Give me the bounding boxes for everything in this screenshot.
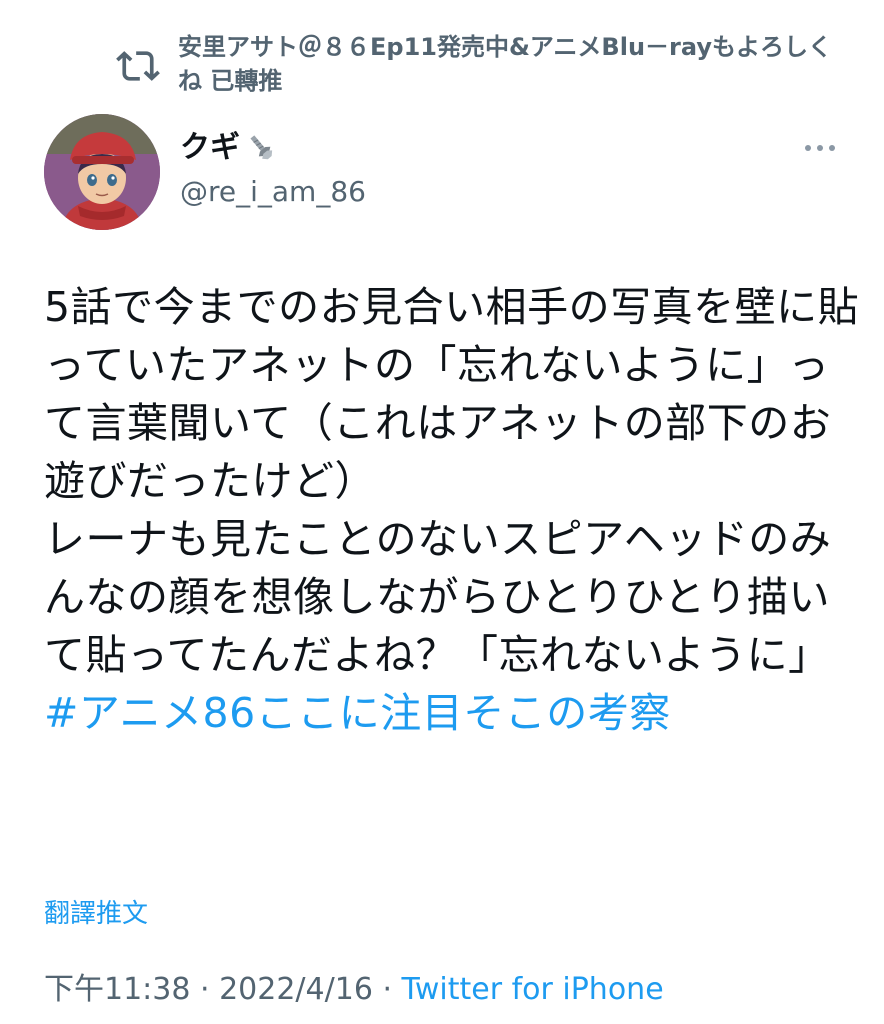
meta-separator: · [190,972,220,1007]
more-options-icon[interactable] [802,138,838,158]
tweet-body-text: 5話で今までのお見合い相手の写真を壁に貼っていたアネットの「忘れないように」って… [44,283,860,679]
tweet-metadata: 下午11:38 · 2022/4/16 · Twitter for iPhone [44,968,664,1012]
tweet-text: 5話で今までのお見合い相手の写真を壁に貼っていたアネットの「忘れないように」って… [44,278,864,742]
translate-tweet-link[interactable]: 翻譯推文 [44,896,148,932]
tweet-header: クギ @re_i_am_86 [44,114,844,234]
tweet-time[interactable]: 下午11:38 [44,972,190,1007]
display-name[interactable]: クギ [180,128,366,168]
nut-and-bolt-icon [250,135,273,160]
tweet-date[interactable]: 2022/4/16 [219,972,373,1007]
display-name-text: クギ [180,130,240,165]
author-names[interactable]: クギ @re_i_am_86 [180,128,366,212]
tweet-client-link[interactable]: Twitter for iPhone [402,972,664,1007]
hashtag-link[interactable]: #アニメ86ここに注目そこの考察 [44,689,671,737]
meta-separator: · [372,972,402,1007]
handle[interactable]: @re_i_am_86 [180,172,366,212]
retweet-label: 安里アサト＠８６Ep11発売中&アニメBlu－rayもよろしくね 已轉推 [178,33,832,95]
retweet-icon [116,51,160,81]
avatar-icon [44,114,160,230]
avatar[interactable] [44,114,160,230]
retweet-context[interactable]: 安里アサト＠８６Ep11発売中&アニメBlu－rayもよろしくね 已轉推 [116,30,856,98]
